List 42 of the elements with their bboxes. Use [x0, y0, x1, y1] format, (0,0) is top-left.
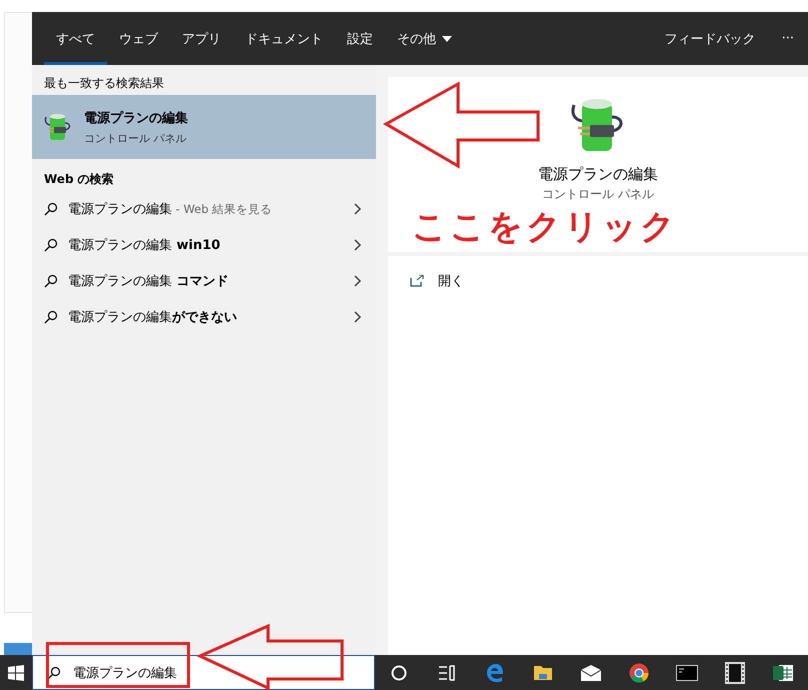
task-view-icon [438, 664, 456, 680]
film-strip-icon [725, 662, 745, 684]
windows-icon [8, 664, 24, 680]
tab[interactable]: その他 [385, 12, 464, 65]
web-result-item[interactable]: 電源プランの編集 コマンド [32, 263, 376, 299]
search-box[interactable]: 電源プランの編集 [32, 655, 375, 690]
search-icon [44, 274, 58, 288]
chrome-icon [629, 662, 649, 682]
search-icon [44, 202, 58, 216]
open-external-icon [410, 275, 424, 287]
spreadsheet-icon [773, 662, 793, 682]
tab[interactable]: ウェブ [107, 12, 170, 65]
folder-icon [533, 664, 553, 682]
more-button[interactable]: ··· [768, 12, 808, 65]
open-action[interactable]: 開く [410, 272, 464, 290]
web-result-item[interactable]: 電源プランの編集 - Web 結果を見る [32, 191, 376, 227]
tab[interactable]: ドキュメント [233, 12, 335, 65]
search-field[interactable]: 電源プランの編集 [71, 664, 331, 681]
section-heading: Web の検索 [43, 170, 115, 188]
web-result-item[interactable]: 電源プランの編集 win10 [32, 227, 376, 263]
search-icon [44, 310, 58, 324]
result-title: 電源プランの編集 [84, 110, 188, 126]
tab[interactable]: アプリ [170, 12, 233, 65]
tab[interactable]: 設定 [335, 12, 385, 65]
preview-subtitle: コントロール パネル [542, 186, 654, 203]
best-match-item[interactable]: 電源プランの編集 コントロール パネル [32, 95, 376, 159]
chevron-icon [354, 275, 362, 287]
browser-e-icon [485, 662, 505, 682]
circle-icon [391, 664, 407, 680]
envelope-icon [580, 664, 602, 680]
search-icon [47, 666, 61, 680]
chevron-icon [354, 311, 362, 323]
preview-title: 電源プランの編集 [538, 165, 658, 184]
chevron-icon [354, 203, 362, 215]
result-subtitle: コントロール パネル [84, 130, 188, 146]
feedback-button[interactable]: フィードバック [652, 12, 768, 65]
terminal-icon [676, 664, 698, 680]
annotation-text: ここをクリック [412, 208, 678, 246]
chevron-icon [354, 239, 362, 251]
search-icon [44, 238, 58, 252]
section-heading: 最も一致する検索結果 [43, 74, 165, 92]
web-result-item[interactable]: 電源プランの編集ができない [32, 299, 376, 335]
